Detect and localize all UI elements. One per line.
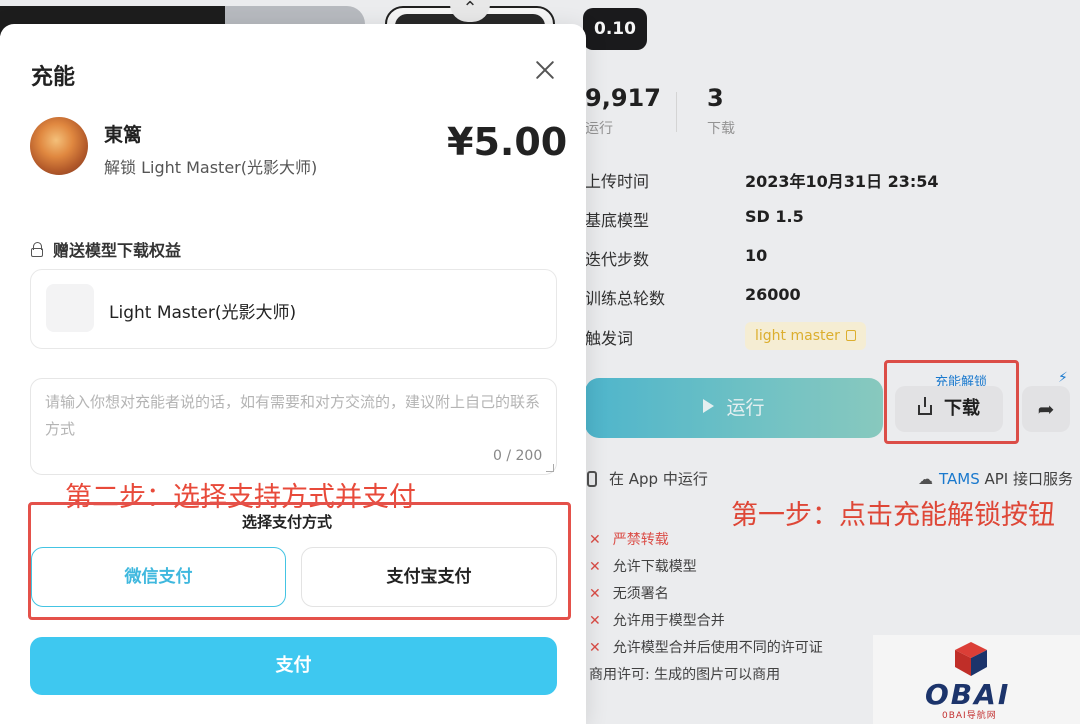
gift-title-label: 赠送模型下载权益 xyxy=(53,241,182,260)
wechat-pay-option[interactable]: 微信支付 xyxy=(31,547,286,607)
message-placeholder: 请输入你想对充能者说的话，如有需要和对方交流的，建议附上自己的联系方式 xyxy=(45,393,541,438)
message-char-count: 0 / 200 xyxy=(493,448,543,464)
model-thumbnail xyxy=(46,284,94,332)
resize-handle[interactable] xyxy=(546,464,554,472)
gift-section-title: 赠送模型下载权益 xyxy=(31,237,181,261)
lock-icon xyxy=(31,242,43,257)
payment-method-title: 选择支付方式 xyxy=(242,513,333,531)
pay-button[interactable]: 支付 xyxy=(30,637,557,695)
price: ¥5.00 xyxy=(447,120,568,164)
modal-title: 充能 xyxy=(31,65,76,90)
creator-name: 東篱 xyxy=(104,124,143,146)
message-textarea[interactable]: 请输入你想对充能者说的话，如有需要和对方交流的，建议附上自己的联系方式 xyxy=(30,378,557,475)
unlock-description: 解锁 Light Master(光影大师) xyxy=(104,158,318,177)
alipay-option[interactable]: 支付宝支付 xyxy=(301,547,557,607)
avatar xyxy=(30,117,88,175)
close-icon[interactable] xyxy=(533,58,557,82)
charge-modal: 充能 東篱 解锁 Light Master(光影大师) ¥5.00 赠送模型下载… xyxy=(0,24,586,724)
gift-model-name: Light Master(光影大师) xyxy=(109,303,297,323)
